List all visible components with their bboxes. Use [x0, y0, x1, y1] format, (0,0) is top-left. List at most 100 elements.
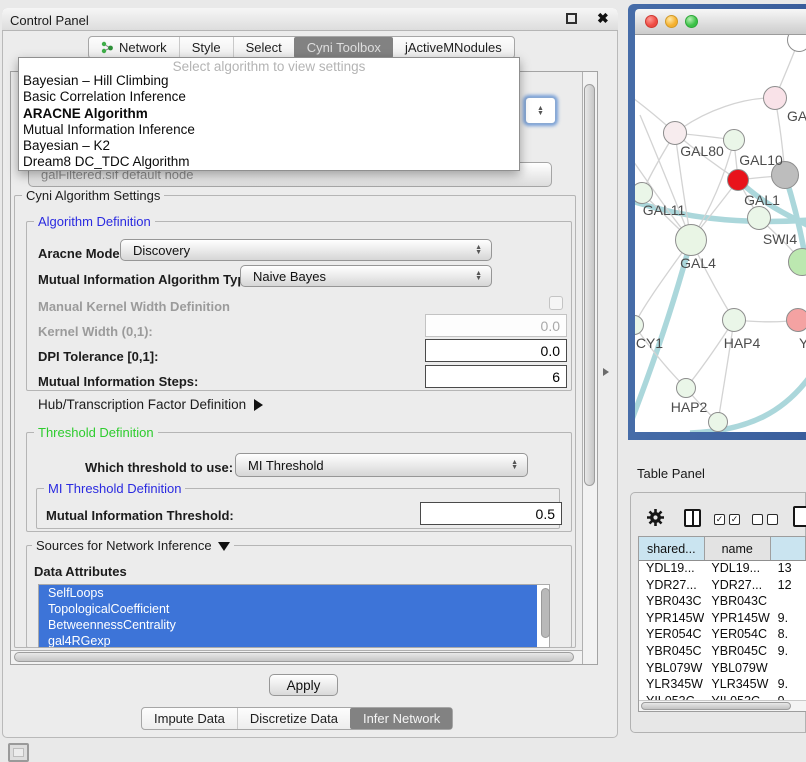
unchecked-pair-icon[interactable] [752, 514, 778, 525]
graph-node[interactable] [727, 169, 749, 191]
combo-stepper-icon: ▲▼ [475, 266, 482, 286]
horizontal-scrollbar-thumb[interactable] [14, 652, 574, 662]
tab-network-label: Network [119, 40, 167, 55]
aracne-mode-combobox[interactable]: Discovery ▲▼ [120, 239, 492, 261]
combo-stepper-icon: ▲▼ [475, 240, 482, 260]
hub-tf-definition-toggle[interactable]: Hub/Transcription Factor Definition [38, 397, 263, 412]
table-row[interactable]: YDL19... YDL19... 13 [639, 561, 806, 578]
graph-node[interactable] [747, 206, 771, 230]
checked-pair-icon[interactable]: ✓✓ [714, 514, 740, 525]
attribute-list-item[interactable]: gal4RGexp [39, 633, 537, 648]
node-label: GCY1 [635, 335, 663, 351]
data-attributes-label: Data Attributes [34, 564, 127, 579]
dropdown-item[interactable]: Bayesian – Hill Climbing [19, 73, 519, 89]
tab-infer-network[interactable]: Infer Network [350, 708, 452, 729]
network-view-window: GALGAL80GAL10GAL1GAL11SWI4GAL4GCY1HAP4YH… [628, 4, 806, 440]
manual-kernel-width-label: Manual Kernel Width Definition [38, 299, 230, 314]
attribute-list-item[interactable]: SelfLoops [39, 585, 537, 601]
graph-node[interactable] [675, 224, 707, 256]
table-row[interactable]: YPR145W YPR145W 9. [639, 611, 806, 628]
split-pane-arrow-icon[interactable] [603, 368, 609, 376]
graph-node[interactable] [763, 86, 787, 110]
table-row[interactable]: YBL079W YBL079W [639, 661, 806, 678]
minimize-traffic-light[interactable] [665, 15, 678, 28]
close-icon[interactable]: ✖ [597, 10, 609, 27]
tab-jactivemnodules[interactable]: jActiveMNodules [393, 37, 514, 58]
manual-kernel-width-checkbox[interactable] [549, 296, 563, 310]
which-threshold-combobox[interactable]: MI Threshold ▲▼ [235, 453, 528, 477]
control-panel-tabbar: Network Style Select Cyni Toolbox jActiv… [88, 36, 515, 59]
control-panel-title: Control Panel [10, 13, 89, 28]
document-icon[interactable] [793, 506, 806, 527]
mi-algorithm-type-combobox[interactable]: Naive Bayes ▲▼ [240, 265, 492, 287]
graph-node[interactable] [723, 129, 745, 151]
column-header-partial[interactable] [771, 537, 806, 560]
graph-node[interactable] [786, 308, 806, 332]
tab-network[interactable]: Network [89, 37, 179, 58]
tab-select[interactable]: Select [233, 37, 294, 58]
mi-algorithm-type-label: Mutual Information Algorithm Type: [38, 272, 257, 287]
table-row[interactable]: YBR045C YBR045C 9. [639, 644, 806, 661]
graph-node[interactable] [663, 121, 687, 145]
which-threshold-label: Which threshold to use: [85, 460, 233, 475]
node-label: HAP2 [671, 399, 708, 415]
tab-impute-data[interactable]: Impute Data [142, 708, 237, 729]
tab-discretize-data[interactable]: Discretize Data [237, 708, 350, 729]
node-label: GAL80 [680, 143, 724, 159]
dropdown-item[interactable]: Mutual Information Inference [19, 122, 519, 138]
tab-style[interactable]: Style [179, 37, 233, 58]
attribute-list-item[interactable]: TopologicalCoefficient [39, 601, 537, 617]
apply-button[interactable]: Apply [269, 674, 338, 696]
vertical-scrollbar-thumb[interactable] [584, 84, 595, 486]
table-row[interactable]: YLR345W YLR345W 9. [639, 677, 806, 694]
dropdown-item[interactable]: Dream8 DC_TDC Algorithm [19, 154, 519, 170]
graph-node[interactable] [708, 412, 728, 432]
dpi-tolerance-label: DPI Tolerance [0,1]: [38, 349, 158, 364]
dropdown-item[interactable]: Basic Correlation Inference [19, 89, 519, 105]
column-header-name[interactable]: name [705, 537, 771, 560]
mi-steps-input[interactable]: 6 [425, 365, 567, 388]
table-row[interactable]: YBR043C YBR043C [639, 594, 806, 611]
stepper-down-icon: ▼ [537, 111, 544, 116]
graph-node[interactable] [722, 308, 746, 332]
network-icon [101, 41, 114, 54]
node-label: Y [799, 335, 806, 351]
network-canvas[interactable]: GALGAL80GAL10GAL1GAL11SWI4GAL4GCY1HAP4YH… [635, 35, 806, 432]
close-traffic-light[interactable] [645, 15, 658, 28]
zoom-traffic-light[interactable] [685, 15, 698, 28]
attribute-list-item[interactable]: BetweennessCentrality [39, 617, 537, 633]
column-header-shared-name[interactable]: shared... [639, 537, 705, 560]
split-columns-icon[interactable] [684, 509, 701, 527]
cyni-algorithm-settings-legend: Cyni Algorithm Settings [22, 188, 164, 203]
kernel-width-label: Kernel Width (0,1): [38, 324, 153, 339]
sources-legend-toggle[interactable]: Sources for Network Inference [32, 538, 234, 553]
expanded-arrow-icon [218, 542, 230, 551]
node-label: GAL [787, 108, 806, 124]
threshold-definition-legend: Threshold Definition [34, 425, 158, 440]
table-row[interactable]: YER054C YER054C 8. [639, 627, 806, 644]
algorithm-dropdown-items: Bayesian – Hill Climbing Basic Correlati… [19, 73, 519, 171]
graph-node[interactable] [676, 378, 696, 398]
table-row[interactable]: YDR27... YDR27... 12 [639, 578, 806, 595]
mi-threshold-definition-legend: MI Threshold Definition [44, 481, 185, 496]
dropdown-item[interactable]: ARACNE Algorithm [19, 106, 519, 122]
tab-cyni-toolbox[interactable]: Cyni Toolbox [294, 37, 393, 58]
aracne-mode-label: Aracne Mode: [38, 246, 124, 261]
grid-handle-icon[interactable] [8, 743, 29, 762]
focused-combo-stepper[interactable]: ▲ ▼ [525, 97, 556, 124]
mi-threshold-input[interactable]: 0.5 [420, 502, 562, 525]
kernel-width-input[interactable]: 0.0 [425, 314, 567, 337]
table-hscrollbar-track[interactable] [639, 700, 806, 711]
network-window-titlebar[interactable] [635, 9, 806, 35]
table-panel-title: Table Panel [637, 466, 705, 481]
gear-icon[interactable] [646, 508, 665, 532]
bottom-tabbar: Impute Data Discretize Data Infer Networ… [141, 707, 453, 730]
algorithm-definition-legend: Algorithm Definition [34, 214, 155, 229]
dpi-tolerance-input[interactable]: 0.0 [425, 339, 567, 362]
node-label: HAP4 [724, 335, 761, 351]
table-hscrollbar-thumb[interactable] [641, 702, 791, 710]
node-attribute-table: shared... name YDL19... YDL19... 13 YDR2… [638, 536, 806, 712]
float-window-icon[interactable] [566, 13, 577, 24]
dropdown-item[interactable]: Bayesian – K2 [19, 138, 519, 154]
attribute-list-scrollbar-thumb[interactable] [541, 588, 550, 638]
